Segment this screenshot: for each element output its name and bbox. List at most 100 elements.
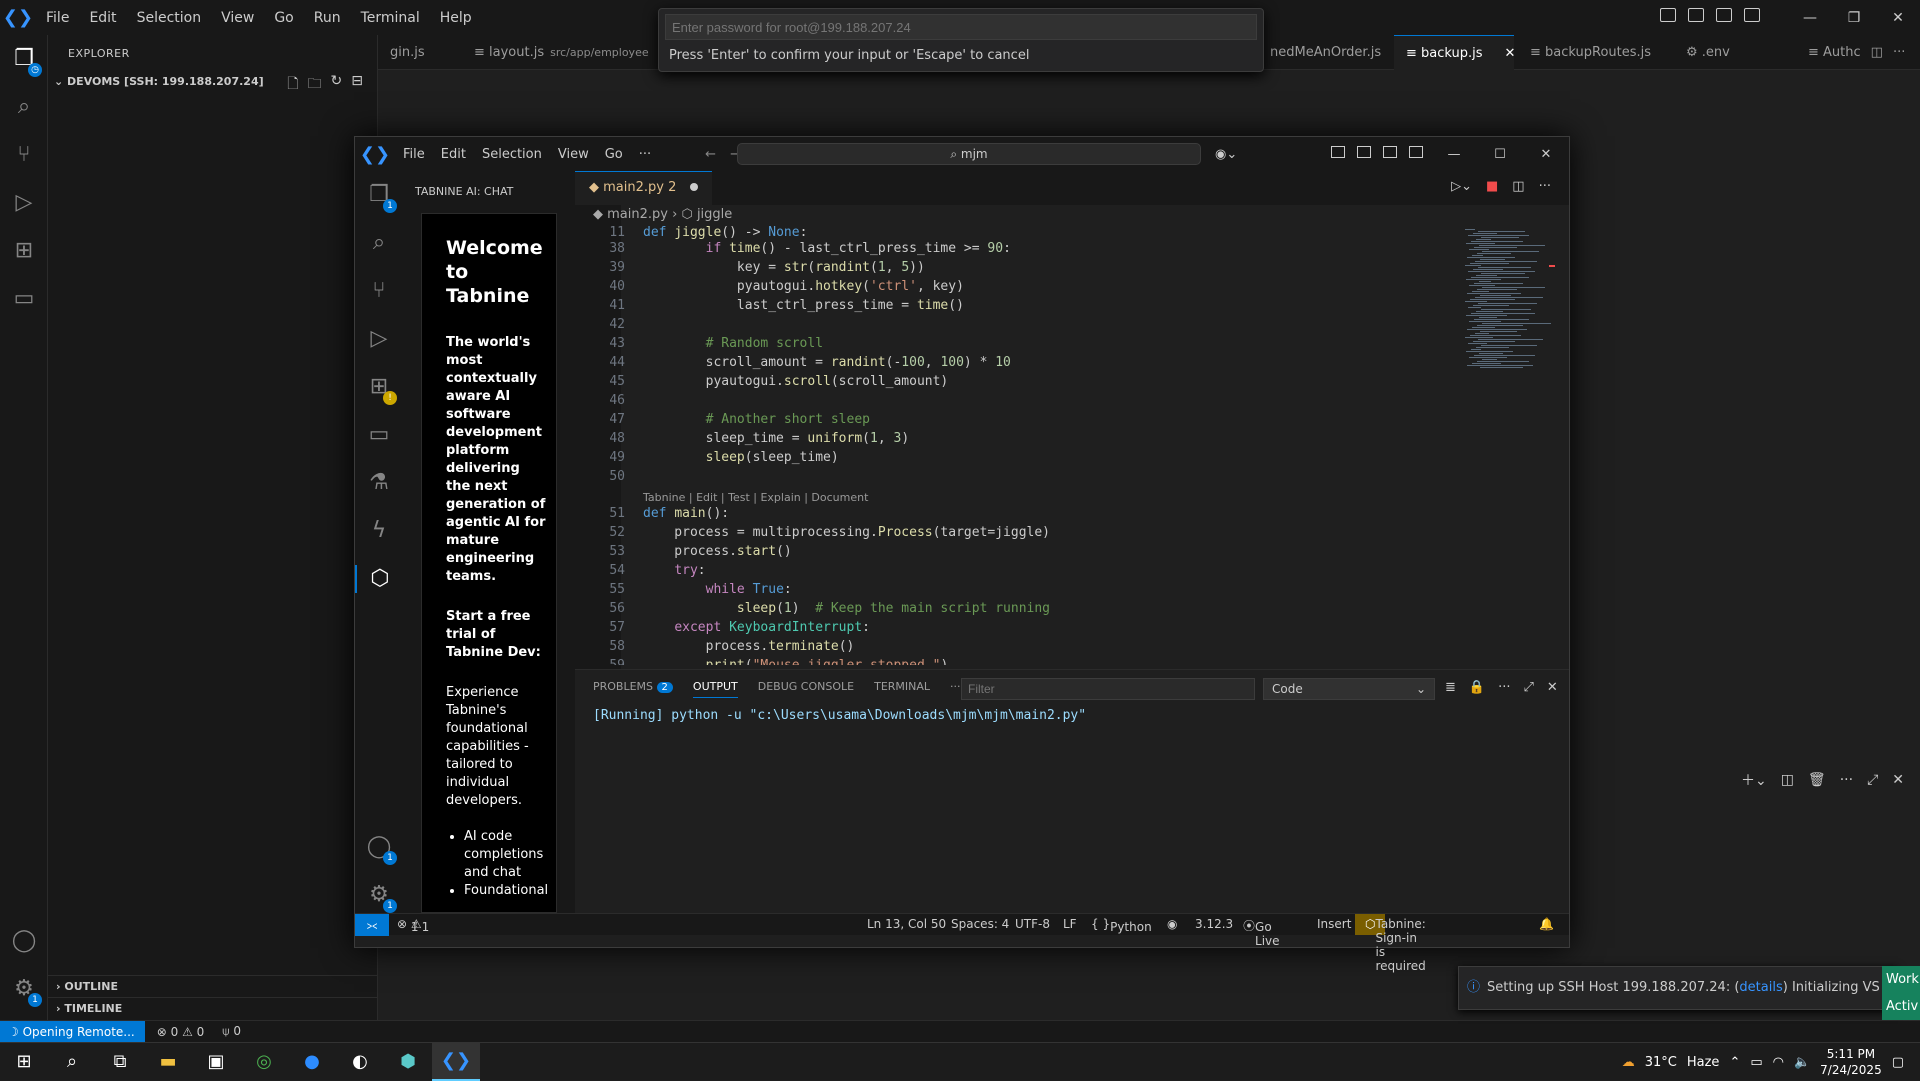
toggle-panel-icon[interactable] bbox=[1716, 8, 1732, 22]
tab-terminal[interactable]: TERMINAL bbox=[874, 680, 930, 698]
cursor-position[interactable]: Ln 13, Col 50 bbox=[867, 917, 946, 931]
code-line[interactable]: sleep_time = uniform(1, 3) bbox=[643, 431, 910, 446]
task-view-icon[interactable]: ⧉ bbox=[96, 1043, 144, 1081]
code-line[interactable]: pyautogui.scroll(scroll_amount) bbox=[643, 374, 949, 389]
output-filter-input[interactable] bbox=[961, 678, 1255, 700]
app-hex-icon[interactable]: ⬢ bbox=[384, 1043, 432, 1081]
menu-go[interactable]: Go bbox=[597, 147, 631, 162]
remote-status[interactable]: ☽ Opening Remote... bbox=[0, 1020, 145, 1043]
split-editor-icon[interactable]: ◫ bbox=[1871, 45, 1883, 60]
encoding[interactable]: UTF-8 bbox=[1015, 917, 1050, 931]
search-icon[interactable]: ⌕ bbox=[10, 93, 38, 121]
menu-help[interactable]: Help bbox=[430, 10, 482, 26]
command-center-search[interactable]: ⌕ mjm bbox=[737, 143, 1201, 165]
tabnine-codelens[interactable]: Tabnine | Edit | Test | Explain | Docume… bbox=[643, 491, 868, 504]
code-line[interactable]: # Random scroll bbox=[643, 336, 823, 351]
run-python-icon[interactable]: ▷⌄ bbox=[1451, 179, 1472, 194]
code-editor[interactable]: 11 def jiggle() -> None: 38 if time() - la… bbox=[575, 225, 1445, 665]
ssh-notification-toast[interactable]: ⓘ Setting up SSH Host 199.188.207.24: (de… bbox=[1458, 966, 1898, 1010]
code-line[interactable]: def jiggle() -> None: bbox=[643, 225, 807, 240]
code-line[interactable]: key = str(randint(1, 5)) bbox=[643, 260, 925, 275]
more-icon[interactable]: ··· bbox=[1498, 680, 1510, 695]
remote-indicator-icon[interactable]: ⪥ bbox=[355, 914, 389, 936]
code-line[interactable]: sleep(sleep_time) bbox=[643, 450, 839, 465]
close-tab-icon[interactable]: ✕ bbox=[1505, 46, 1516, 61]
refresh-icon[interactable]: ↻ bbox=[331, 73, 343, 97]
clear-output-icon[interactable]: ≣ bbox=[1445, 680, 1456, 695]
notification-center-icon[interactable]: ▢ bbox=[1892, 1055, 1904, 1070]
manage-gear-icon[interactable]: ⚙ 1 bbox=[10, 975, 42, 1007]
breadcrumb-file[interactable]: main2.py bbox=[607, 207, 668, 222]
toggle-sidebar-icon[interactable] bbox=[1688, 8, 1704, 22]
end-of-line[interactable]: LF bbox=[1063, 917, 1077, 931]
code-line[interactable]: def main(): bbox=[643, 506, 729, 521]
menu-view[interactable]: View bbox=[550, 147, 597, 162]
weather-temp[interactable]: 31°C bbox=[1645, 1055, 1677, 1070]
vscode-taskbar-icon[interactable]: ❮❯ bbox=[432, 1042, 480, 1081]
account-icon[interactable]: ◯ bbox=[10, 927, 38, 955]
problems-status[interactable]: ⊗ 1 ⚠ 1 bbox=[397, 917, 429, 934]
thunder-client-icon[interactable]: ϟ bbox=[365, 517, 393, 545]
search-icon[interactable]: ⌕ bbox=[365, 229, 393, 257]
maximize-panel-icon[interactable]: ⤢ bbox=[1524, 680, 1534, 695]
code-line[interactable]: process = multiprocessing.Process(target… bbox=[643, 525, 1050, 540]
explorer-icon[interactable]: ❐ ◷ bbox=[10, 45, 42, 77]
code-line[interactable]: except KeyboardInterrupt: bbox=[643, 620, 870, 635]
breadcrumb-symbol[interactable]: jiggle bbox=[697, 207, 732, 222]
toggle-secondary-sidebar-icon[interactable] bbox=[1744, 8, 1760, 22]
language-mode[interactable]: { } Python bbox=[1091, 917, 1152, 934]
tab-order-js[interactable]: nedMeAnOrder.js bbox=[1258, 35, 1393, 70]
collapse-all-icon[interactable]: ⊟ bbox=[351, 73, 363, 97]
close-panel-icon[interactable]: ✕ bbox=[1547, 680, 1558, 695]
details-link[interactable]: details bbox=[1739, 980, 1782, 995]
tab-backuproutes-js[interactable]: ≡ backupRoutes.js bbox=[1518, 35, 1663, 70]
explorer-icon[interactable]: ❐ 1 bbox=[365, 181, 397, 213]
account-icon[interactable]: ◯ 1 bbox=[365, 833, 397, 865]
code-line[interactable]: print("Mouse jiggler stopped.") bbox=[643, 658, 949, 665]
extensions-icon[interactable]: ⊞! bbox=[365, 373, 397, 405]
toggle-secondary-sidebar-icon[interactable] bbox=[1409, 146, 1423, 158]
tabnine-status[interactable]: ⬡ Tabnine: Sign-in is required bbox=[1355, 914, 1426, 973]
more-icon[interactable]: ··· bbox=[1840, 772, 1853, 788]
taskbar-search-icon[interactable]: ⌕ bbox=[48, 1043, 96, 1081]
maximize-panel-icon[interactable]: ⤢ bbox=[1867, 772, 1878, 788]
minimize-icon[interactable]: — bbox=[1788, 10, 1832, 26]
tab-main2-py[interactable]: ◆ main2.py 2 bbox=[575, 171, 713, 205]
toggle-sidebar-icon[interactable] bbox=[1357, 146, 1371, 158]
volume-icon[interactable]: 🔈 bbox=[1794, 1055, 1810, 1070]
windows-start-icon[interactable]: ⊞ bbox=[0, 1043, 48, 1081]
restore-icon[interactable]: ❐ bbox=[1832, 10, 1876, 26]
ports-status[interactable]: ⍦ 0 bbox=[222, 1024, 241, 1039]
code-line[interactable]: process.terminate() bbox=[643, 639, 855, 654]
code-line[interactable]: while True: bbox=[643, 582, 792, 597]
notifications-bell-icon[interactable]: 🔔 bbox=[1539, 917, 1554, 931]
tab-backup-js[interactable]: ≡ backup.js ✕ bbox=[1394, 35, 1516, 70]
tray-chevron-icon[interactable]: ⌃ bbox=[1729, 1055, 1740, 1070]
more-tabs-icon[interactable]: ··· bbox=[950, 680, 961, 698]
split-terminal-icon[interactable]: ◫ bbox=[1781, 772, 1794, 788]
tab-layout-js[interactable]: ≡ layout.js src/app/employee bbox=[462, 35, 661, 70]
menu-selection[interactable]: Selection bbox=[127, 10, 212, 26]
customize-layout-icon[interactable] bbox=[1660, 8, 1676, 22]
minimize-icon[interactable]: — bbox=[1431, 147, 1477, 162]
menu-terminal[interactable]: Terminal bbox=[351, 10, 430, 26]
zoom-icon[interactable]: ● bbox=[288, 1043, 336, 1081]
manage-gear-icon[interactable]: ⚙ 1 bbox=[365, 881, 397, 913]
run-debug-icon[interactable]: ▷ bbox=[365, 325, 393, 353]
toggle-panel-icon[interactable] bbox=[1383, 146, 1397, 158]
battery-icon[interactable]: ▭ bbox=[1750, 1055, 1762, 1070]
python-version[interactable]: 3.12.3 bbox=[1195, 917, 1233, 931]
code-line[interactable]: if time() - last_ctrl_press_time >= 90: bbox=[643, 241, 1011, 256]
menu-selection[interactable]: Selection bbox=[474, 147, 550, 162]
remote-explorer-icon[interactable]: ▭ bbox=[365, 421, 393, 449]
back-arrow-icon[interactable]: ← bbox=[705, 147, 716, 162]
tab-problems[interactable]: PROBLEMS 2 bbox=[593, 680, 673, 698]
menu-go[interactable]: Go bbox=[264, 10, 303, 26]
output-channel-select[interactable]: Code ⌄ bbox=[1263, 678, 1435, 700]
code-line[interactable]: try: bbox=[643, 563, 705, 578]
run-debug-icon[interactable]: ▷ bbox=[10, 189, 38, 217]
tab-auth[interactable]: ≡ Authc ◫ ··· bbox=[1796, 35, 1917, 70]
source-control-icon[interactable]: ⑂ bbox=[10, 141, 38, 169]
remote-explorer-icon[interactable]: ▭ bbox=[10, 285, 38, 313]
code-line[interactable]: # Another short sleep bbox=[643, 412, 870, 427]
